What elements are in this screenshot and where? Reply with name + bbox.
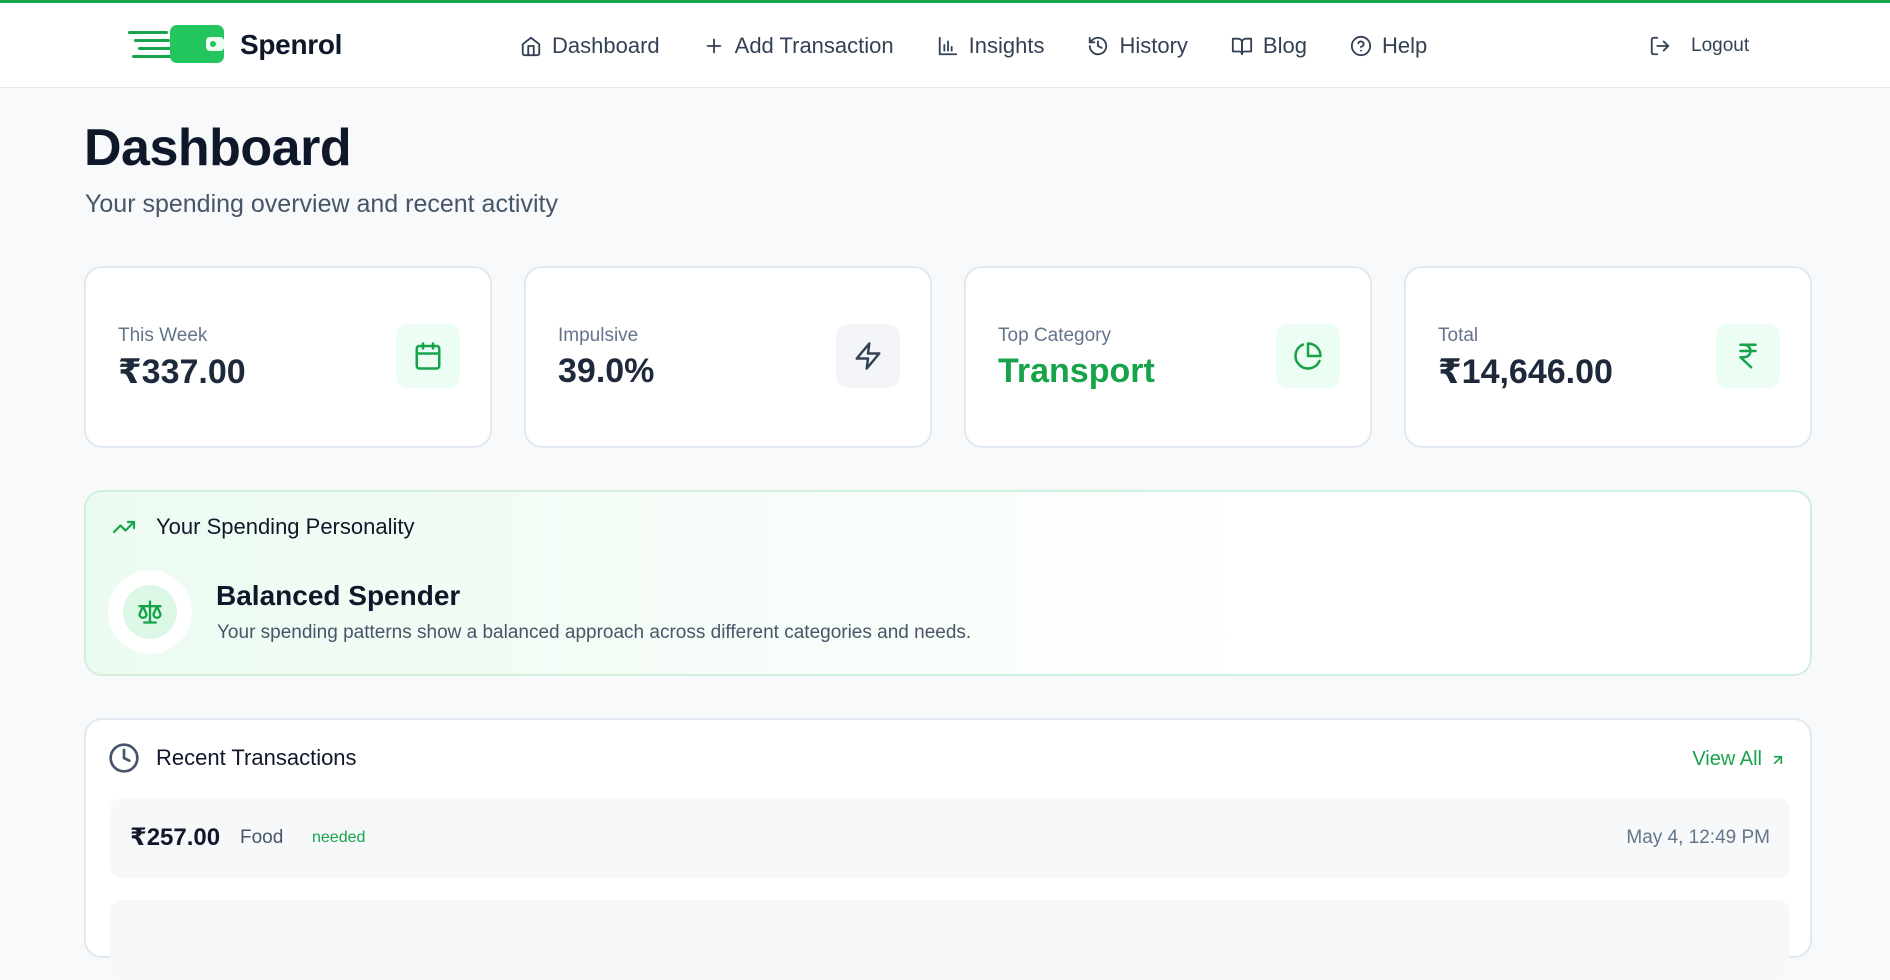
transaction-amount: ₹257.00 — [130, 824, 221, 851]
nav-dashboard[interactable]: Dashboard — [520, 33, 660, 59]
scale-icon — [138, 600, 162, 624]
spending-personality-card: Your Spending Personality Balanced Spend… — [84, 490, 1812, 676]
transaction-row[interactable]: ₹257.00 Food needed May 4, 12:49 PM — [110, 798, 1790, 878]
personality-avatar — [108, 570, 192, 654]
page-title: Dashboard — [84, 119, 352, 177]
nav-blog[interactable]: Blog — [1231, 33, 1307, 59]
trending-up-icon — [112, 520, 136, 534]
stat-card-impulsive: Impulsive 39.0% — [524, 266, 932, 448]
nav-blog-label: Blog — [1262, 32, 1307, 58]
stat-icon-wrap — [1276, 324, 1340, 388]
nav-help-label: Help — [1381, 32, 1428, 58]
nav-add-transaction-label: Add Transaction — [734, 32, 894, 58]
wallet-logo-icon — [128, 25, 224, 63]
stat-card-this-week: This Week ₹337.00 — [84, 266, 492, 448]
view-all-link[interactable]: View All — [1692, 748, 1786, 771]
stat-value: ₹337.00 — [118, 353, 246, 391]
main-nav: Dashboard Add Transaction Insights Histo… — [520, 3, 1470, 88]
personality-avatar-inner — [123, 585, 177, 639]
calendar-icon — [415, 342, 441, 370]
brand-name: Spenrol — [240, 29, 343, 60]
nav-dashboard-label: Dashboard — [552, 32, 660, 58]
logout-icon — [1650, 36, 1670, 55]
personality-heading: Your Spending Personality — [156, 514, 415, 539]
transaction-category: Food — [240, 827, 284, 848]
bar-chart-icon — [938, 36, 957, 55]
nav-add-transaction[interactable]: Add Transaction — [703, 33, 894, 59]
history-icon — [1089, 36, 1108, 55]
transaction-tag: needed — [312, 829, 366, 846]
view-all-label: View All — [1692, 748, 1762, 770]
clock-icon — [109, 743, 139, 773]
transaction-row[interactable] — [110, 900, 1790, 980]
plus-icon — [706, 38, 721, 53]
zap-icon — [855, 342, 881, 370]
personality-header: Your Spending Personality — [108, 514, 414, 540]
arrow-up-right-icon — [1773, 755, 1783, 764]
personality-title: Balanced Spender — [216, 580, 461, 611]
help-circle-icon — [1350, 35, 1372, 56]
logout-label: Logout — [1691, 34, 1750, 56]
transaction-date: May 4, 12:49 PM — [1626, 827, 1770, 848]
stat-card-top-category: Top Category Transport — [964, 266, 1372, 448]
stat-icon-wrap — [836, 324, 900, 388]
nav-insights-label: Insights — [968, 32, 1045, 58]
nav-help[interactable]: Help — [1350, 33, 1427, 59]
nav-insights[interactable]: Insights — [937, 32, 1045, 59]
navbar: Spenrol Dashboard Add Transaction Insigh… — [0, 3, 1890, 88]
personality-description: Your spending patterns show a balanced a… — [217, 622, 972, 643]
stat-label: Top Category — [998, 325, 1112, 346]
stat-label: Impulsive — [558, 325, 639, 346]
nav-history-label: History — [1119, 32, 1188, 58]
brand-logo[interactable]: Spenrol — [128, 23, 342, 67]
nav-history[interactable]: History — [1087, 32, 1188, 59]
recent-transactions-heading: Recent Transactions — [156, 745, 357, 770]
rupee-icon — [1739, 343, 1757, 369]
stat-value: Transport — [998, 352, 1155, 390]
stat-value: ₹14,646.00 — [1438, 353, 1613, 391]
stat-icon-wrap — [1716, 324, 1780, 388]
stat-label: This Week — [118, 325, 208, 346]
stat-icon-wrap — [396, 324, 460, 388]
recent-transactions-card: Recent Transactions View All ₹257.00 Foo… — [84, 718, 1812, 980]
home-icon — [521, 36, 541, 56]
recent-transactions-header: Recent Transactions — [108, 742, 357, 774]
book-open-icon — [1231, 37, 1252, 55]
logout-button[interactable]: Logout — [1649, 3, 1749, 88]
page-subtitle: Your spending overview and recent activi… — [85, 190, 558, 218]
stat-card-total: Total ₹14,646.00 — [1404, 266, 1812, 448]
pie-chart-icon — [1294, 342, 1322, 370]
stat-value: 39.0% — [558, 352, 655, 390]
stat-label: Total — [1438, 325, 1479, 346]
